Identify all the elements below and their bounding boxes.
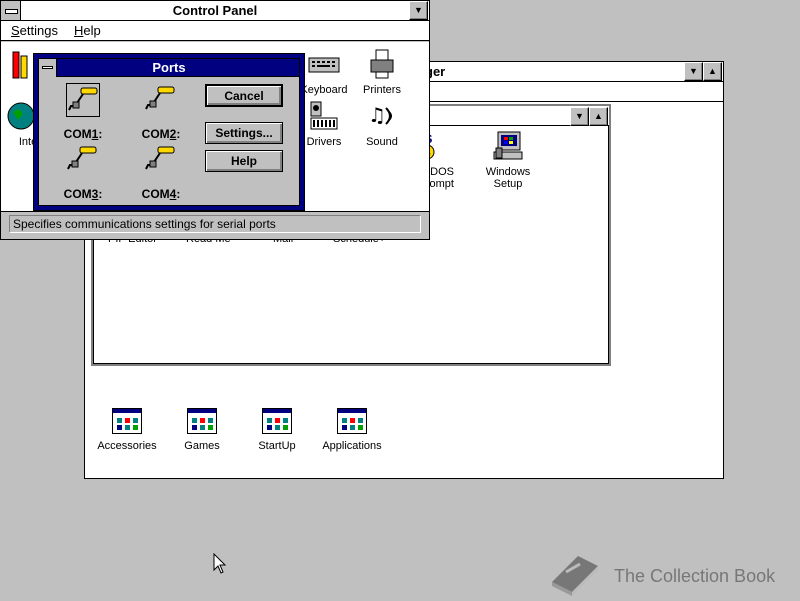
watermark-text: The Collection Book bbox=[614, 566, 776, 586]
windows-setup-icon bbox=[492, 130, 524, 162]
book-icon bbox=[548, 552, 602, 601]
program-group-icon bbox=[262, 408, 292, 434]
serial-port-icon bbox=[144, 83, 178, 117]
main-minimize-button[interactable]: ▼ bbox=[570, 107, 589, 126]
ports-titlebar[interactable]: Ports bbox=[39, 59, 299, 77]
windows-setup-sublabel: Setup bbox=[493, 178, 523, 190]
com4-label: COM4: bbox=[141, 187, 181, 201]
startup-label: StartUp bbox=[258, 440, 296, 452]
printers-icon bbox=[366, 48, 398, 80]
serial-port-icon bbox=[66, 83, 100, 117]
control-panel-menubar: Settings Help bbox=[1, 21, 429, 41]
svg-text:♫: ♫ bbox=[368, 103, 386, 127]
com1-item[interactable]: COM1: bbox=[53, 83, 113, 143]
windows-setup-label: Windows bbox=[485, 166, 531, 178]
main-maximize-button[interactable]: ▲ bbox=[589, 107, 608, 126]
cancel-button[interactable]: Cancel bbox=[205, 84, 283, 107]
sound-item[interactable]: ♫ Sound bbox=[347, 100, 417, 148]
printers-label: Printers bbox=[363, 84, 401, 96]
windows-setup-item[interactable]: Windows Setup bbox=[473, 130, 543, 190]
com4-item[interactable]: COM4: bbox=[131, 143, 191, 203]
control-panel-minimize-button[interactable]: ▼ bbox=[409, 1, 428, 20]
settings-button[interactable]: Settings... bbox=[205, 122, 283, 144]
program-group-icon bbox=[187, 408, 217, 434]
keyboard-icon bbox=[308, 48, 340, 80]
menu-help[interactable]: Help bbox=[74, 23, 101, 38]
group-applications[interactable]: Applications bbox=[317, 408, 387, 452]
minimize-button[interactable]: ▼ bbox=[684, 62, 703, 81]
sound-label: Sound bbox=[366, 136, 398, 148]
menu-settings[interactable]: Settings bbox=[11, 23, 58, 38]
watermark: The Collection Book bbox=[548, 552, 775, 601]
help-button[interactable]: Help bbox=[205, 150, 283, 172]
com2-label: COM2: bbox=[141, 127, 181, 141]
serial-port-icon bbox=[66, 143, 100, 177]
games-label: Games bbox=[184, 440, 220, 452]
control-panel-titlebar[interactable]: Control Panel bbox=[1, 1, 429, 21]
group-accessories[interactable]: Accessories bbox=[92, 408, 162, 452]
serial-port-icon bbox=[144, 143, 178, 177]
program-group-icon bbox=[112, 408, 142, 434]
ports-dialog: Ports COM1: COM2: COM3: COM4: Cancel Set… bbox=[33, 53, 305, 211]
sound-icon: ♫ bbox=[366, 100, 398, 132]
ports-system-menu-icon[interactable] bbox=[39, 59, 57, 77]
control-panel-title: Control Panel bbox=[172, 3, 258, 18]
program-group-icon bbox=[337, 408, 367, 434]
maximize-button[interactable]: ▲ bbox=[703, 62, 722, 81]
com3-label: COM3: bbox=[63, 187, 103, 201]
com2-item[interactable]: COM2: bbox=[131, 83, 191, 143]
drivers-icon bbox=[308, 100, 340, 132]
ports-dialog-inner: Ports COM1: COM2: COM3: COM4: Cancel Set… bbox=[38, 58, 300, 206]
control-panel-system-menu-icon[interactable] bbox=[1, 1, 21, 20]
mouse-cursor-icon bbox=[213, 552, 227, 575]
com3-item[interactable]: COM3: bbox=[53, 143, 113, 203]
ports-title: Ports bbox=[152, 60, 186, 75]
control-panel-status-bar: Specifies communications settings for se… bbox=[9, 215, 421, 233]
accessories-label: Accessories bbox=[97, 440, 157, 452]
printers-item[interactable]: Printers bbox=[347, 48, 417, 96]
group-games[interactable]: Games bbox=[167, 408, 237, 452]
com1-label: COM1: bbox=[63, 127, 103, 141]
group-startup[interactable]: StartUp bbox=[242, 408, 312, 452]
applications-label: Applications bbox=[322, 440, 382, 452]
